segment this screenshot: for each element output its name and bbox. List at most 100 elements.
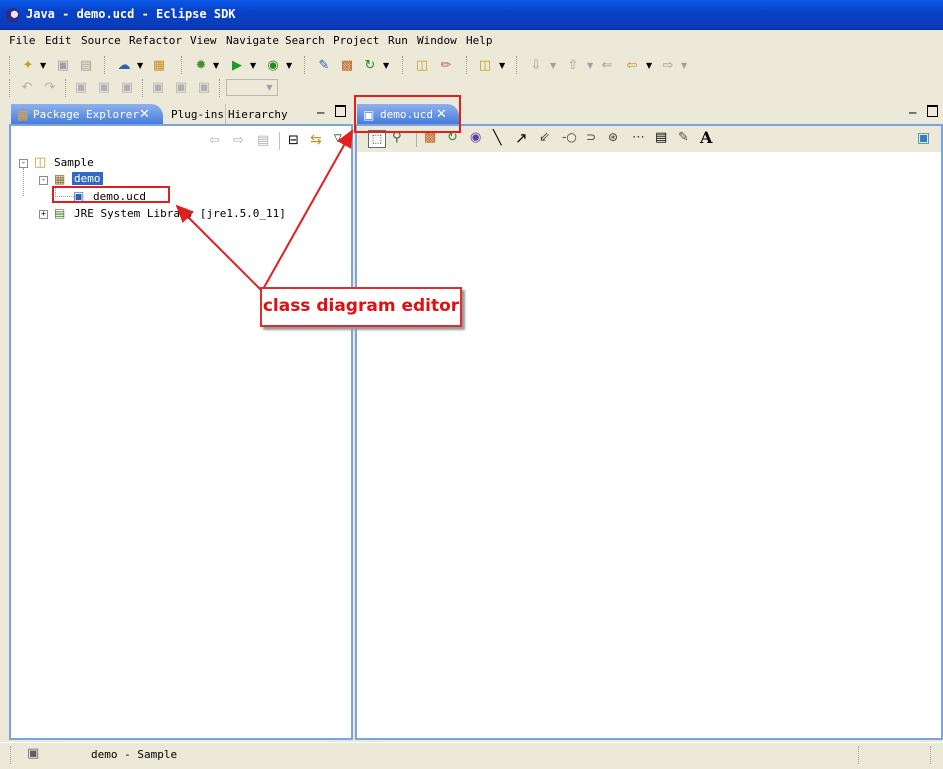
collapse-toggle-icon[interactable]: - (19, 159, 28, 168)
expand-toggle-icon[interactable]: + (39, 210, 48, 219)
chevron-down-icon[interactable]: ▼ (286, 61, 292, 70)
menu-help[interactable]: Help (466, 34, 493, 47)
align-middle-icon[interactable]: ▣ (173, 79, 189, 95)
toolbar-separator (181, 56, 184, 74)
align-center-icon[interactable]: ▣ (96, 79, 112, 95)
close-icon[interactable]: ✕ (139, 104, 150, 126)
annotation-highlight-editor-tab (354, 95, 461, 133)
tree-item-jre-system-library[interactable]: JRE System Library [jre1.5.0_11] (74, 207, 286, 220)
diagram-canvas[interactable] (357, 152, 941, 738)
fast-view-icon[interactable]: ▣ (27, 746, 39, 761)
menu-navigate[interactable]: Navigate (226, 34, 279, 47)
toolbar-separator (65, 79, 68, 97)
external-tools-icon[interactable]: ◉ (265, 57, 281, 73)
align-right-icon[interactable]: ▣ (119, 79, 135, 95)
align-bottom-icon[interactable]: ▣ (196, 79, 212, 95)
menu-search[interactable]: Search (285, 34, 325, 47)
align-top-icon[interactable]: ▣ (150, 79, 166, 95)
enum-tool-icon[interactable]: ◉ (470, 130, 481, 145)
previous-annotation-icon[interactable]: ⇧ (565, 57, 581, 73)
link-with-editor-icon[interactable]: ⇆ (310, 132, 322, 148)
align-left-icon[interactable]: ▣ (73, 79, 89, 95)
new-java-project-icon[interactable]: ☁ (116, 57, 132, 73)
menu-bar: File Edit Source Refactor View Navigate … (0, 31, 943, 51)
chevron-down-icon[interactable]: ▼ (681, 61, 687, 70)
collapse-toggle-icon[interactable]: - (39, 176, 48, 185)
print-icon[interactable]: ▤ (78, 57, 94, 73)
socket-tool-icon[interactable]: ⊃ (586, 130, 596, 144)
chevron-down-icon[interactable]: ▼ (587, 61, 593, 70)
palette-cube-icon[interactable]: ▣ (917, 130, 930, 146)
chevron-down-icon[interactable]: ▼ (263, 81, 276, 94)
maximize-icon[interactable] (335, 105, 346, 117)
text-tool-icon[interactable]: A (700, 128, 712, 147)
new-wizard-icon[interactable]: ✦ (20, 57, 36, 73)
chevron-down-icon[interactable]: ▼ (383, 61, 389, 70)
save-icon[interactable]: ▣ (55, 57, 71, 73)
debug-icon[interactable]: ✹ (193, 57, 209, 73)
menu-file[interactable]: File (9, 34, 36, 47)
chevron-down-icon[interactable]: ▼ (40, 61, 46, 70)
redo-icon[interactable]: ↷ (42, 79, 58, 95)
pen-icon[interactable]: ✏ (438, 57, 454, 73)
forward-arrow-icon[interactable]: ⇨ (660, 57, 676, 73)
forward-icon[interactable]: ⇨ (233, 133, 244, 148)
chevron-down-icon[interactable]: ▼ (137, 61, 143, 70)
folder-icon[interactable]: ◫ (477, 57, 493, 73)
open-type-icon[interactable]: ▦ (151, 57, 167, 73)
title-bar: Java - demo.ucd - Eclipse SDK (0, 0, 943, 30)
association-tool-icon[interactable]: ╲ (493, 130, 501, 146)
tab-package-explorer[interactable]: ▦ Package Explorer ✕ (11, 104, 163, 126)
dependency-tool-icon[interactable]: ⇙ (539, 130, 550, 145)
toolbar-separator (402, 56, 405, 74)
undo-icon[interactable]: ↶ (19, 79, 35, 95)
note-tool-icon[interactable]: ▤ (655, 130, 667, 145)
next-annotation-icon[interactable]: ⇩ (528, 57, 544, 73)
menu-run[interactable]: Run (388, 34, 408, 47)
back-arrow-icon[interactable]: ⇦ (624, 57, 640, 73)
menu-view[interactable]: View (190, 34, 217, 47)
chevron-down-icon[interactable]: ▼ (499, 61, 505, 70)
status-bar: ▣ demo - Sample (0, 742, 943, 769)
toolbar-separator (219, 79, 222, 97)
menu-project[interactable]: Project (333, 34, 379, 47)
constraint-tool-icon[interactable]: ✎ (678, 130, 689, 145)
menu-source[interactable]: Source (81, 34, 121, 47)
back-icon[interactable]: ⇦ (209, 133, 220, 148)
minimize-icon[interactable]: ─ (909, 106, 916, 120)
tab-hierarchy[interactable]: Hierarchy (225, 104, 288, 126)
class-diagram-editor: ⬚ ⚲ ▩ ↻ ◉ ╲ ↗ ⇙ -○ ⊃ ⊛ ⋯ ▤ ✎ A ▣ (355, 124, 943, 740)
new-class-icon[interactable]: ✎ (316, 57, 332, 73)
toolbar-separator (104, 56, 107, 74)
last-edit-icon[interactable]: ⇐ (599, 57, 615, 73)
open-folder-icon[interactable]: ◫ (414, 57, 430, 73)
menu-refactor[interactable]: Refactor (129, 34, 182, 47)
note-link-tool-icon[interactable]: ⋯ (632, 130, 645, 145)
package-explorer-icon: ▦ (17, 108, 29, 122)
class-diagram-icon[interactable]: ▩ (339, 57, 355, 73)
run-icon[interactable]: ▶ (229, 57, 245, 73)
maximize-icon[interactable] (927, 105, 938, 117)
chevron-down-icon[interactable]: ▼ (250, 61, 256, 70)
up-icon[interactable]: ▤ (257, 133, 269, 148)
collapse-all-icon[interactable]: ⊟ (288, 133, 299, 148)
tab-label: Hierarchy (228, 108, 288, 121)
menu-window[interactable]: Window (417, 34, 457, 47)
lollipop-tool-icon[interactable]: -○ (562, 130, 577, 144)
menu-edit[interactable]: Edit (45, 34, 72, 47)
port-tool-icon[interactable]: ⊛ (608, 130, 618, 144)
new-element-icon[interactable]: ↻ (362, 57, 378, 73)
chevron-down-icon[interactable]: ▼ (550, 61, 556, 70)
view-menu-icon[interactable]: ▽ (334, 133, 342, 144)
generalization-tool-icon[interactable]: ↗ (515, 129, 528, 147)
package-explorer-content: ⇦ ⇨ ▤ ⊟ ⇆ ▽ - ◫ Sample - ▦ demo ▣ demo.u… (9, 124, 353, 740)
minimize-icon[interactable]: ─ (317, 106, 324, 120)
tab-label: Plug-ins (171, 108, 224, 121)
tab-plug-ins[interactable]: Plug-ins (169, 104, 224, 126)
chevron-down-icon[interactable]: ▼ (646, 61, 652, 70)
tree-item-sample[interactable]: Sample (54, 156, 94, 169)
chevron-down-icon[interactable]: ▼ (213, 61, 219, 70)
project-icon: ◫ (34, 155, 47, 170)
tree-item-demo[interactable]: demo (72, 172, 103, 185)
zoom-combo[interactable]: ▼ (226, 79, 278, 96)
